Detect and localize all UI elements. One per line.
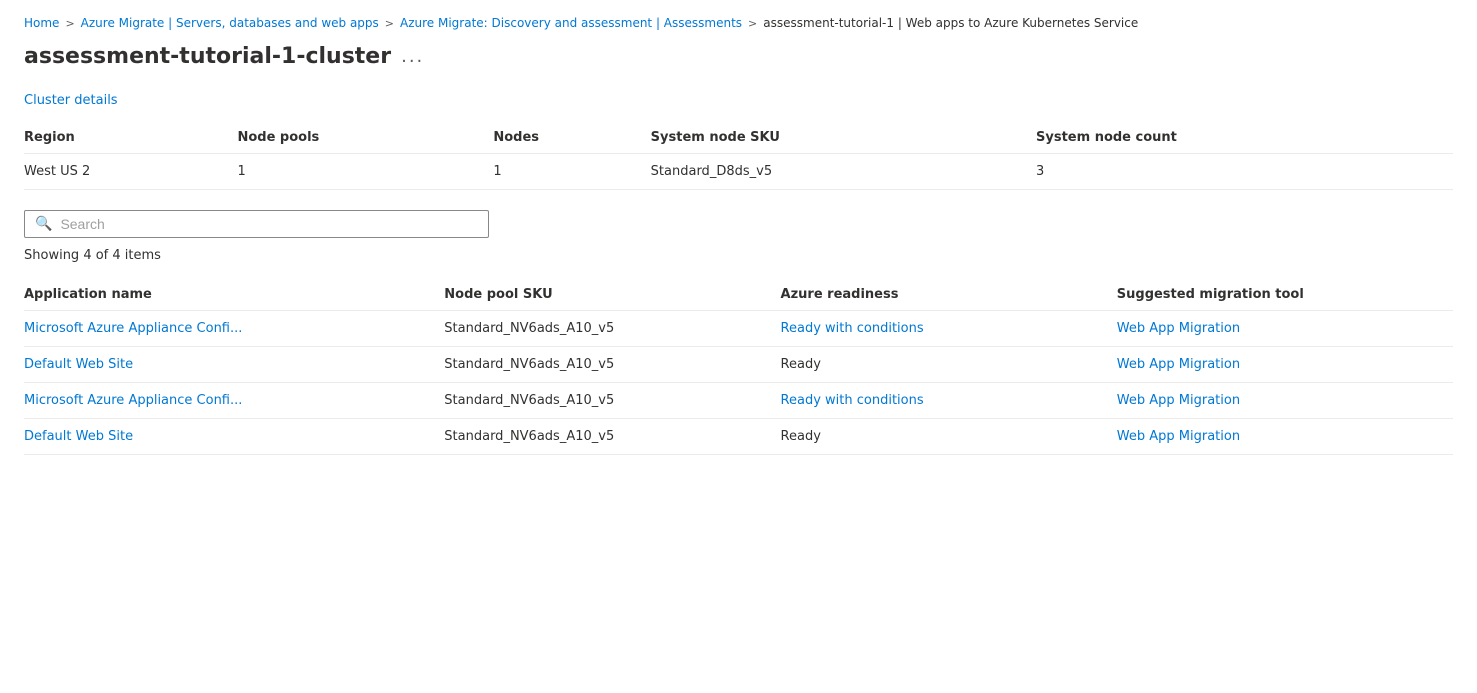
azure-readiness-cell: Ready [781, 347, 1117, 383]
cluster-col-nodes: Nodes [493, 122, 650, 154]
app-name-cell: Microsoft Azure Appliance Confi... [24, 383, 444, 419]
cluster-node-pools: 1 [237, 154, 493, 190]
app-name-cell: Microsoft Azure Appliance Confi... [24, 311, 444, 347]
cluster-col-node-count: System node count [1036, 122, 1453, 154]
breadcrumb-sep-1: > [65, 17, 74, 30]
table-row: Microsoft Azure Appliance Confi... Stand… [24, 311, 1453, 347]
apps-col-migration-tool: Suggested migration tool [1117, 279, 1453, 311]
migration-tool-cell: Web App Migration [1117, 383, 1453, 419]
page-title-row: assessment-tutorial-1-cluster ... [24, 44, 1453, 69]
app-name-link[interactable]: Microsoft Azure Appliance Confi... [24, 321, 242, 336]
node-pool-sku-cell: Standard_NV6ads_A10_v5 [444, 419, 780, 455]
azure-readiness-cell: Ready with conditions [781, 383, 1117, 419]
crumb-assessment: assessment-tutorial-1 | Web apps to Azur… [763, 16, 1138, 30]
crumb-home[interactable]: Home [24, 16, 59, 30]
migration-tool-cell: Web App Migration [1117, 311, 1453, 347]
apps-col-node-pool-sku: Node pool SKU [444, 279, 780, 311]
apps-table: Application name Node pool SKU Azure rea… [24, 279, 1453, 455]
app-name-cell: Default Web Site [24, 419, 444, 455]
readiness-status: Ready [781, 429, 821, 444]
migration-tool-link[interactable]: Web App Migration [1117, 321, 1240, 336]
node-pool-sku-cell: Standard_NV6ads_A10_v5 [444, 311, 780, 347]
crumb-discovery[interactable]: Azure Migrate: Discovery and assessment … [400, 16, 742, 30]
breadcrumb-sep-2: > [385, 17, 394, 30]
app-name-cell: Default Web Site [24, 347, 444, 383]
search-icon: 🔍 [35, 216, 52, 232]
cluster-row: West US 2 1 1 Standard_D8ds_v5 3 [24, 154, 1453, 190]
readiness-status: Ready [781, 357, 821, 372]
cluster-system-sku: Standard_D8ds_v5 [651, 154, 1036, 190]
app-name-link[interactable]: Default Web Site [24, 357, 133, 372]
migration-tool-cell: Web App Migration [1117, 347, 1453, 383]
migration-tool-cell: Web App Migration [1117, 419, 1453, 455]
azure-readiness-cell: Ready with conditions [781, 311, 1117, 347]
cluster-details-label[interactable]: Cluster details [24, 93, 1453, 108]
table-row: Default Web Site Standard_NV6ads_A10_v5 … [24, 347, 1453, 383]
app-name-link[interactable]: Default Web Site [24, 429, 133, 444]
azure-readiness-cell: Ready [781, 419, 1117, 455]
search-input[interactable] [60, 216, 478, 232]
cluster-col-region: Region [24, 122, 237, 154]
table-row: Default Web Site Standard_NV6ads_A10_v5 … [24, 419, 1453, 455]
migration-tool-link[interactable]: Web App Migration [1117, 429, 1240, 444]
migration-tool-link[interactable]: Web App Migration [1117, 393, 1240, 408]
readiness-status[interactable]: Ready with conditions [781, 393, 924, 408]
breadcrumb-sep-3: > [748, 17, 757, 30]
more-options-icon[interactable]: ... [401, 46, 424, 67]
node-pool-sku-cell: Standard_NV6ads_A10_v5 [444, 347, 780, 383]
crumb-azure-migrate[interactable]: Azure Migrate | Servers, databases and w… [81, 16, 379, 30]
cluster-details-table: Region Node pools Nodes System node SKU … [24, 122, 1453, 190]
page-title: assessment-tutorial-1-cluster [24, 44, 391, 69]
cluster-region: West US 2 [24, 154, 237, 190]
migration-tool-link[interactable]: Web App Migration [1117, 357, 1240, 372]
breadcrumb: Home > Azure Migrate | Servers, database… [24, 16, 1453, 30]
apps-col-name: Application name [24, 279, 444, 311]
node-pool-sku-cell: Standard_NV6ads_A10_v5 [444, 383, 780, 419]
cluster-nodes: 1 [493, 154, 650, 190]
search-box-container[interactable]: 🔍 [24, 210, 489, 238]
readiness-status[interactable]: Ready with conditions [781, 321, 924, 336]
showing-text: Showing 4 of 4 items [24, 248, 1453, 263]
app-name-link[interactable]: Microsoft Azure Appliance Confi... [24, 393, 242, 408]
cluster-node-count: 3 [1036, 154, 1453, 190]
cluster-col-system-sku: System node SKU [651, 122, 1036, 154]
apps-col-readiness: Azure readiness [781, 279, 1117, 311]
cluster-col-node-pools: Node pools [237, 122, 493, 154]
table-row: Microsoft Azure Appliance Confi... Stand… [24, 383, 1453, 419]
